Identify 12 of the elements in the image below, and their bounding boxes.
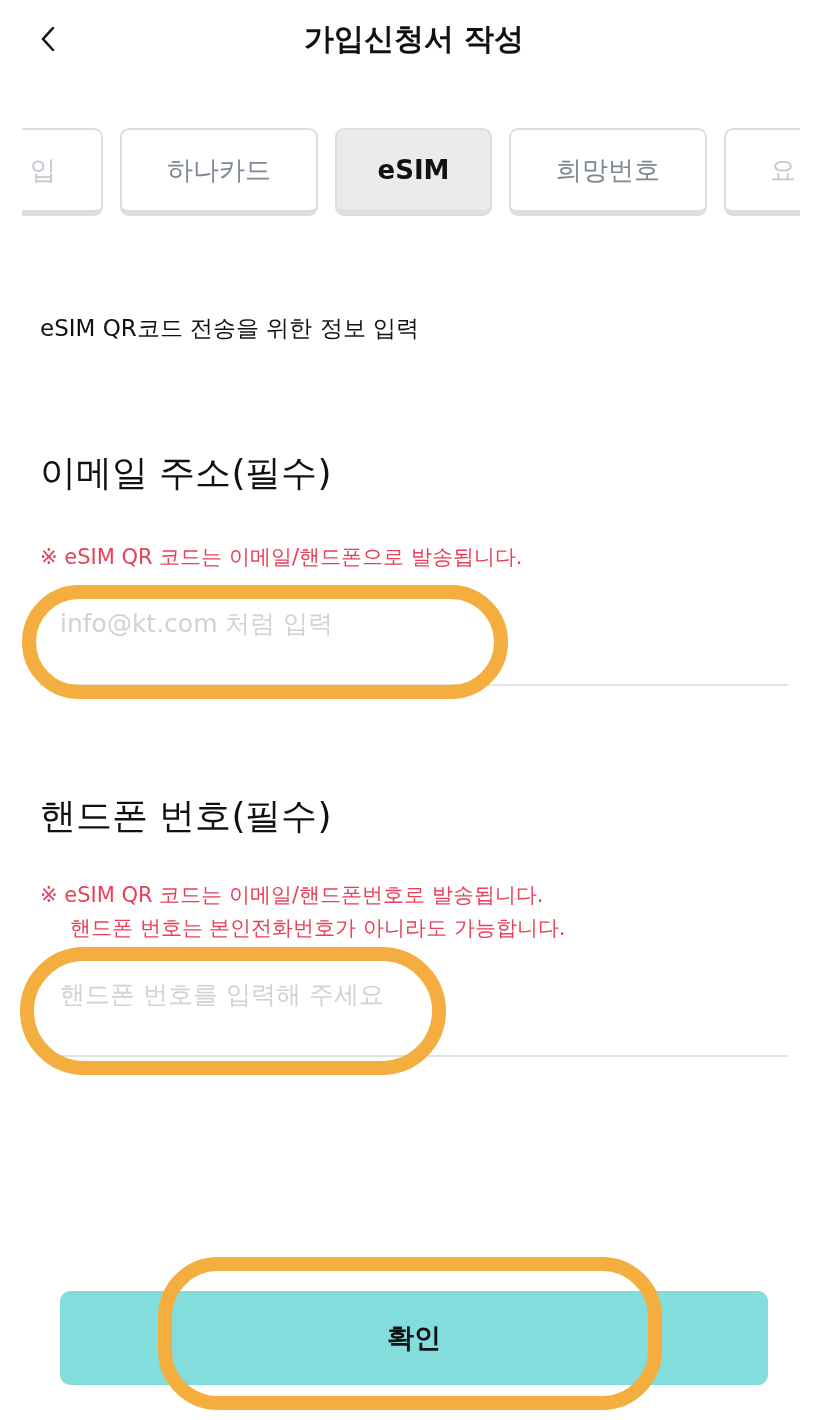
tab[interactable]: 하나카드 (120, 128, 318, 216)
section-title: 이메일 주소(필수) (40, 451, 332, 495)
page-title: 가입신청서 작성 (303, 19, 525, 58)
notice-text: ※ eSIM QR 코드는 이메일/핸드폰으로 발송됩니다. (40, 544, 523, 571)
notice-text: ※ eSIM QR 코드는 이메일/핸드폰번호로 발송됩니다. (40, 882, 544, 909)
tab[interactable]: eSIM (335, 128, 492, 216)
section-title: 핸드폰 번호(필수) (40, 794, 332, 838)
intro-text: eSIM QR코드 전송을 위한 정보 입력 (40, 314, 420, 343)
confirm-button[interactable]: 확인 (60, 1291, 768, 1385)
chevron-left-icon (41, 27, 55, 51)
notice-text: 핸드폰 번호는 본인전화번호가 아니라도 가능합니다. (70, 915, 566, 942)
tab[interactable]: 희망번호 (509, 128, 707, 216)
